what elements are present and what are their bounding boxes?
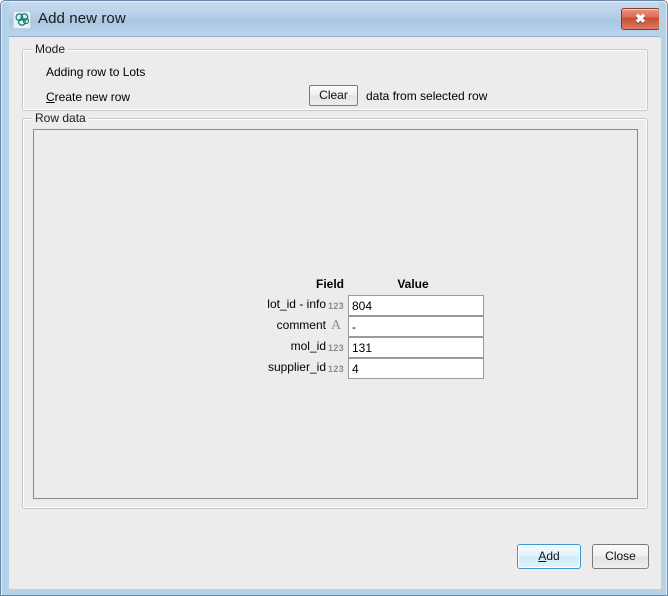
close-button[interactable]: Close xyxy=(592,544,649,569)
molecule-icon xyxy=(12,10,32,30)
row-data-group-legend: Row data xyxy=(32,111,89,125)
value-input-mol-id[interactable] xyxy=(348,337,484,358)
table-header-row: Field Value xyxy=(227,277,478,295)
field-value-table: Field Value lot_id - info 123 comment A xyxy=(227,277,484,379)
numeric-type-icon: 123 xyxy=(328,301,344,311)
field-label-lot-id-info: lot_id - info xyxy=(267,297,326,311)
adding-row-target-label: Adding row to Lots xyxy=(46,65,146,79)
add-button-rest: dd xyxy=(546,549,560,563)
field-label-mol-id: mol_id xyxy=(290,339,326,353)
window-title: Add new row xyxy=(38,10,126,27)
numeric-type-icon: 123 xyxy=(328,364,344,374)
dialog-client-area: Mode Adding row to Lots Create new row C… xyxy=(9,38,661,589)
create-new-row-rest: reate new row xyxy=(54,90,131,104)
add-new-row-dialog: Add new row ✖ Mode Adding row to Lots Cr… xyxy=(0,0,668,596)
close-icon-button[interactable]: ✖ xyxy=(621,8,660,30)
add-button[interactable]: Add xyxy=(517,544,581,569)
table-row: mol_id 123 xyxy=(227,337,484,358)
clear-suffix-label: data from selected row xyxy=(366,89,488,103)
column-header-field: Field xyxy=(315,277,344,291)
value-input-lot-id-info[interactable] xyxy=(348,295,484,316)
value-input-supplier-id[interactable] xyxy=(348,358,484,379)
table-row: supplier_id 123 xyxy=(227,358,484,379)
field-label-comment: comment xyxy=(276,318,326,332)
column-header-value: Value xyxy=(397,277,429,291)
title-bar[interactable]: Add new row ✖ xyxy=(2,2,666,37)
row-data-group: Row data Field Value lot_id - info 123 c… xyxy=(22,111,648,509)
field-label-supplier-id: supplier_id xyxy=(267,360,326,374)
text-type-icon: A xyxy=(330,318,342,333)
create-new-row-mnemonic: C xyxy=(46,90,55,104)
create-new-row-label: Create new row xyxy=(46,90,130,104)
close-icon: ✖ xyxy=(635,11,646,26)
mode-group: Mode Adding row to Lots Create new row C… xyxy=(22,42,648,111)
row-data-panel: Field Value lot_id - info 123 comment A xyxy=(33,129,638,499)
mode-group-legend: Mode xyxy=(32,42,69,56)
clear-button[interactable]: Clear xyxy=(309,85,358,106)
value-input-comment[interactable] xyxy=(348,316,484,337)
numeric-type-icon: 123 xyxy=(328,343,344,353)
table-row: lot_id - info 123 xyxy=(227,295,484,316)
table-row: comment A xyxy=(227,316,484,337)
